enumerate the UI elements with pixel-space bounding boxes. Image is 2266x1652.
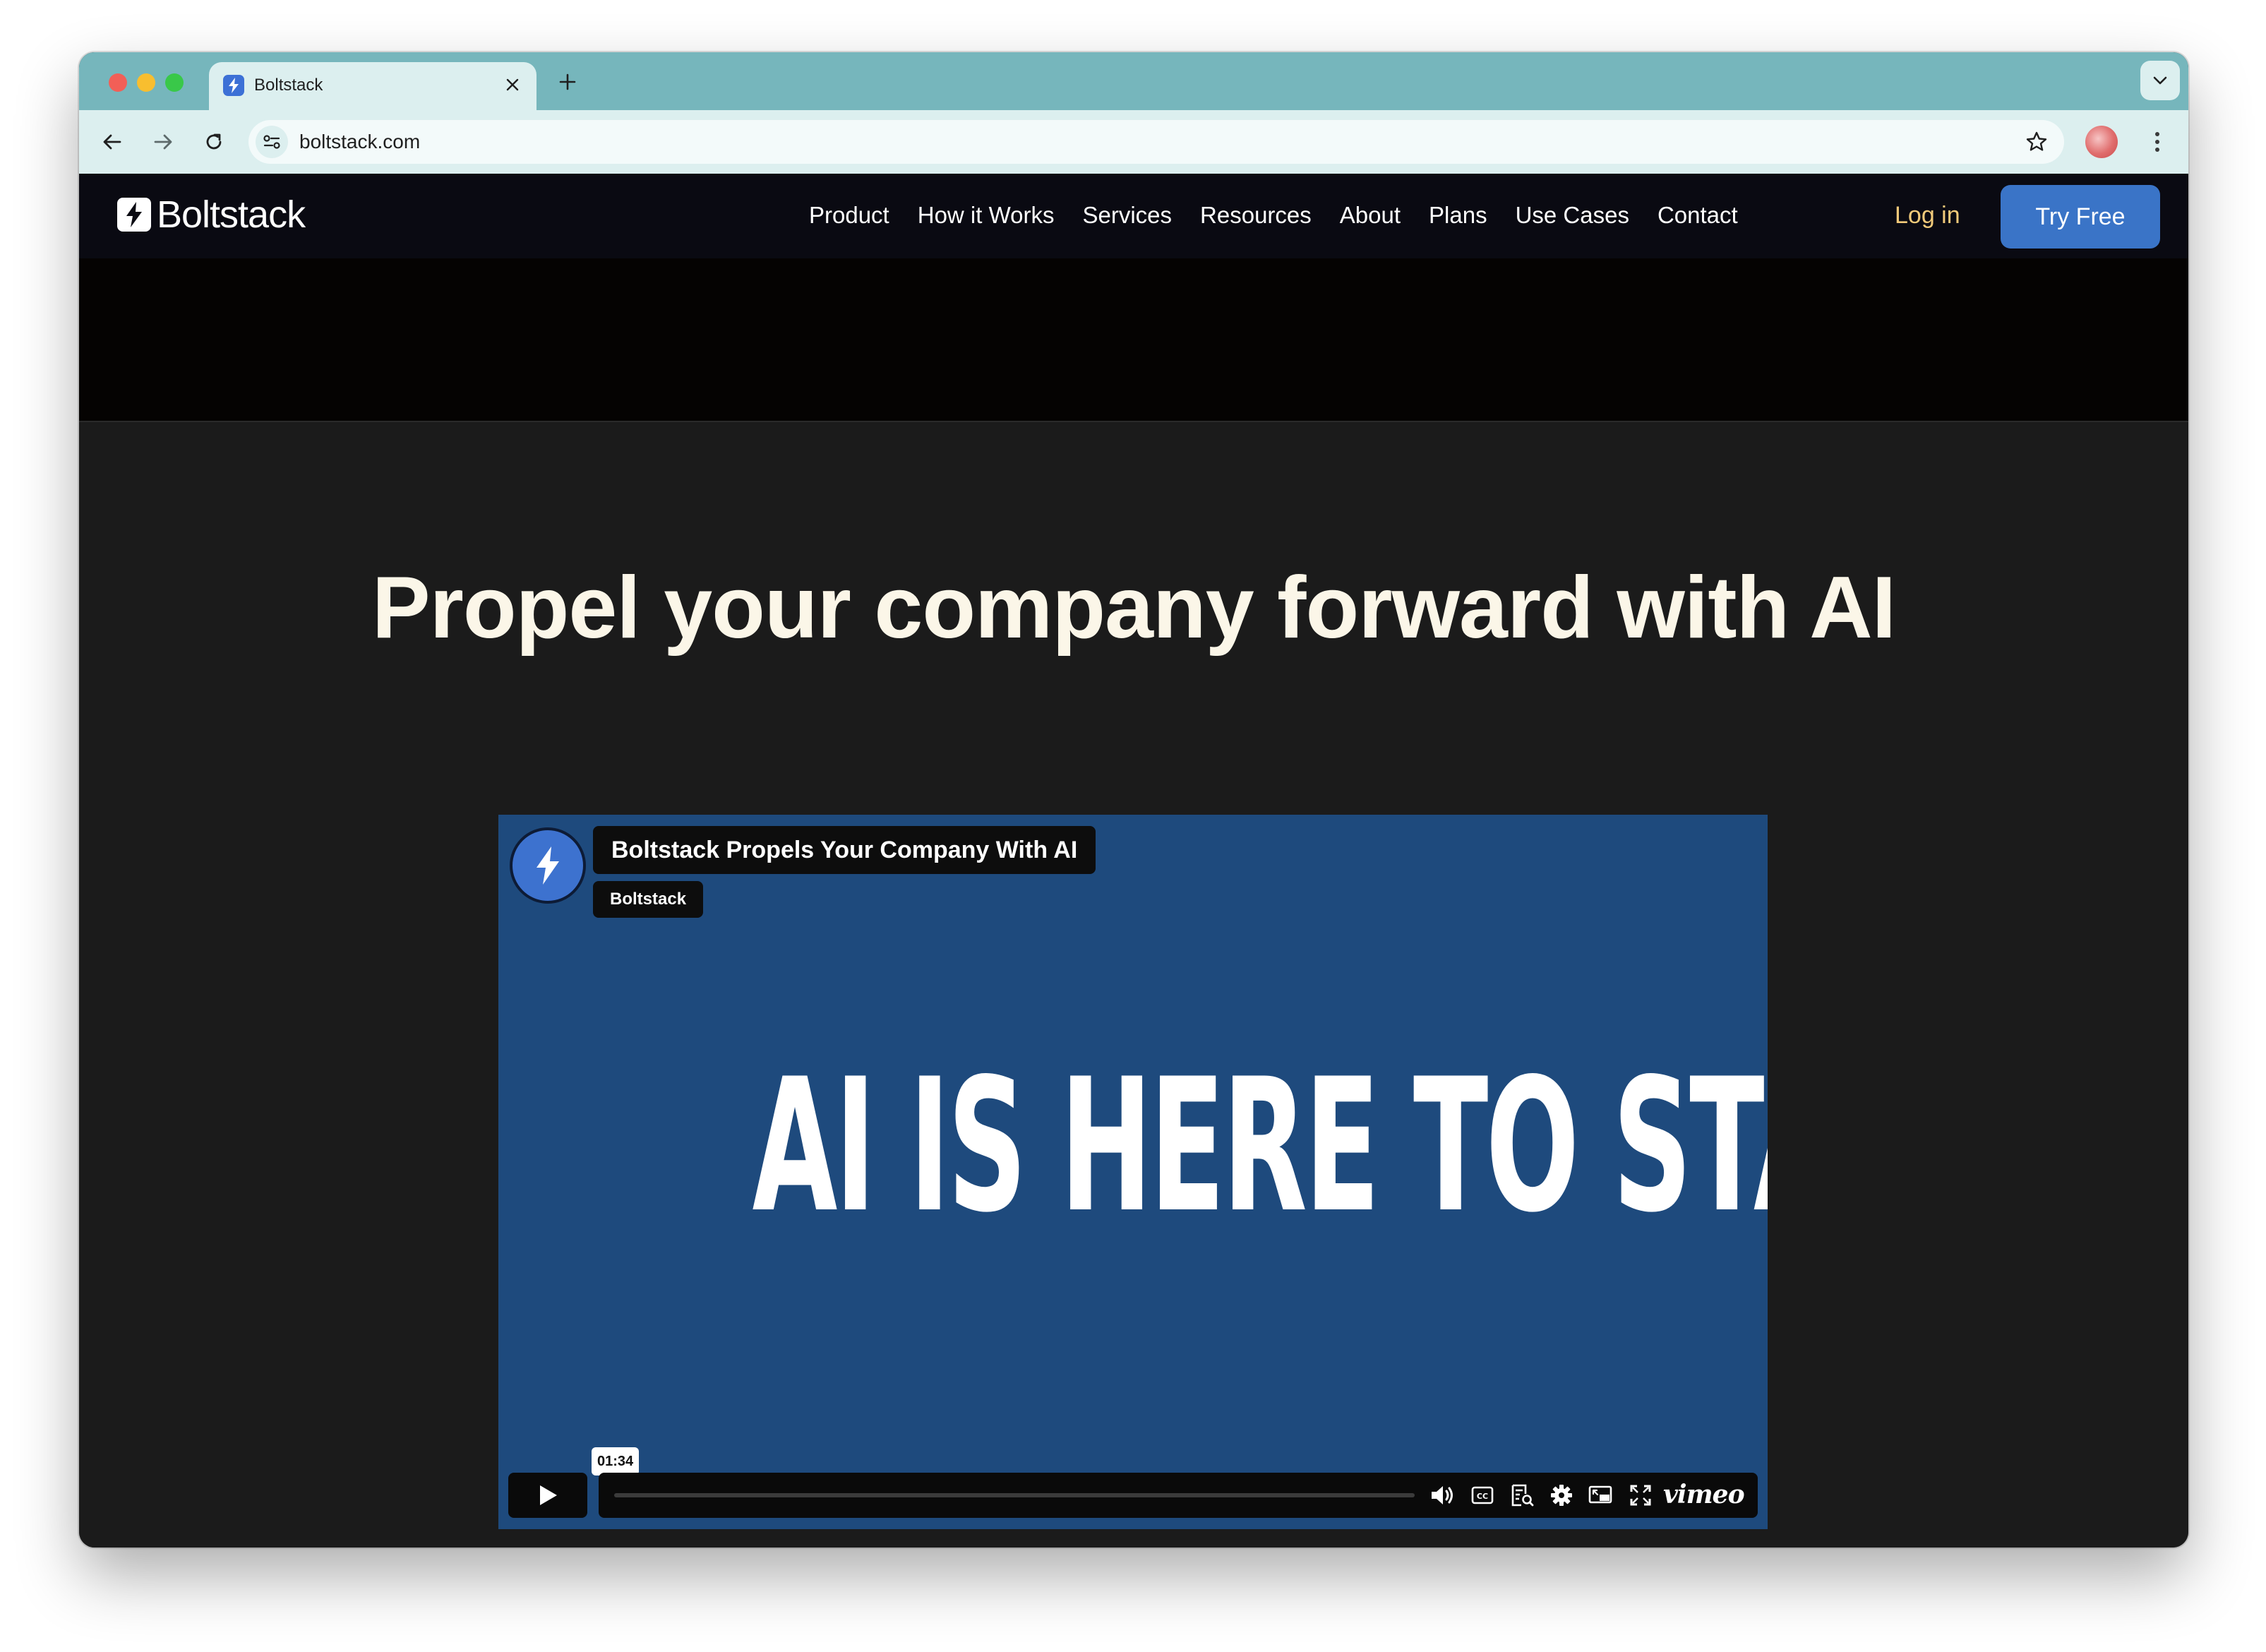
nav-contact[interactable]: Contact: [1657, 200, 1738, 230]
hero-headline: Propel your company forward with AI: [371, 559, 1896, 657]
back-button[interactable]: [95, 124, 130, 160]
chevron-down-icon: [2153, 76, 2167, 85]
browser-tab[interactable]: Boltstack: [209, 62, 536, 110]
main-nav: Product How it Works Services Resources …: [809, 200, 1738, 230]
closed-captions-icon[interactable]: CC: [1468, 1483, 1497, 1508]
play-icon: [540, 1485, 557, 1505]
nav-services[interactable]: Services: [1082, 200, 1172, 230]
maximize-window-button[interactable]: [165, 73, 184, 92]
transcript-icon[interactable]: [1508, 1483, 1536, 1508]
nav-how-it-works[interactable]: How it Works: [918, 200, 1055, 230]
bolt-icon: [223, 75, 244, 96]
close-window-button[interactable]: [109, 73, 127, 92]
picture-in-picture-icon[interactable]: [1587, 1483, 1615, 1508]
arrow-right-icon: [154, 134, 172, 150]
login-link[interactable]: Log in: [1895, 200, 1960, 230]
video-title[interactable]: Boltstack Propels Your Company With AI: [593, 826, 1096, 874]
volume-icon[interactable]: [1429, 1483, 1457, 1508]
bolt-logo-icon: [117, 198, 151, 232]
close-tab-icon[interactable]: [501, 73, 524, 96]
video-player[interactable]: Boltstack Propels Your Company With AI B…: [498, 815, 1768, 1529]
url-text: boltstack.com: [299, 131, 421, 152]
profile-avatar[interactable]: [2085, 126, 2118, 158]
progress-bar[interactable]: [614, 1493, 1415, 1497]
page-viewport: Boltstack Product How it Works Services …: [79, 174, 2188, 1548]
site-navbar: Boltstack Product How it Works Services …: [79, 174, 2188, 258]
arrow-left-icon: [103, 134, 121, 150]
bookmark-star-icon[interactable]: [2023, 128, 2050, 155]
nav-use-cases[interactable]: Use Cases: [1516, 200, 1629, 230]
nav-about[interactable]: About: [1340, 200, 1401, 230]
minimize-window-button[interactable]: [137, 73, 155, 92]
svg-text:CC: CC: [1477, 1492, 1488, 1501]
fullscreen-icon[interactable]: [1626, 1483, 1655, 1508]
tab-strip: Boltstack: [79, 52, 2188, 110]
new-tab-button[interactable]: [552, 66, 583, 97]
nav-product[interactable]: Product: [809, 200, 889, 230]
settings-gear-icon[interactable]: [1547, 1483, 1576, 1508]
site-logo[interactable]: Boltstack: [117, 193, 306, 236]
channel-avatar[interactable]: [510, 827, 586, 904]
forward-button[interactable]: [145, 124, 181, 160]
nav-resources[interactable]: Resources: [1200, 200, 1312, 230]
video-control-bar: CC vimeo: [599, 1473, 1758, 1518]
brand-name: Boltstack: [157, 193, 306, 236]
browser-toolbar: boltstack.com: [79, 110, 2188, 174]
try-free-button[interactable]: Try Free: [2001, 185, 2160, 249]
vimeo-logo[interactable]: vimeo: [1663, 1480, 1745, 1509]
site-info-icon[interactable]: [256, 126, 288, 158]
browser-window: Boltstack boltstack.com Boltstack Produc…: [79, 52, 2188, 1548]
play-button[interactable]: [508, 1473, 587, 1518]
nav-plans[interactable]: Plans: [1429, 200, 1487, 230]
browser-menu-icon[interactable]: [2143, 124, 2171, 160]
tab-title: Boltstack: [254, 76, 323, 95]
address-bar[interactable]: boltstack.com: [248, 120, 2064, 164]
time-tooltip: 01:34: [592, 1447, 640, 1481]
reload-icon: [206, 133, 222, 150]
tab-search-button[interactable]: [2140, 61, 2180, 100]
bolt-icon: [536, 846, 559, 885]
reload-button[interactable]: [196, 124, 232, 160]
video-frame-text: AI IS HERE TO STAY: [752, 1040, 1768, 1253]
video-channel[interactable]: Boltstack: [593, 881, 704, 918]
